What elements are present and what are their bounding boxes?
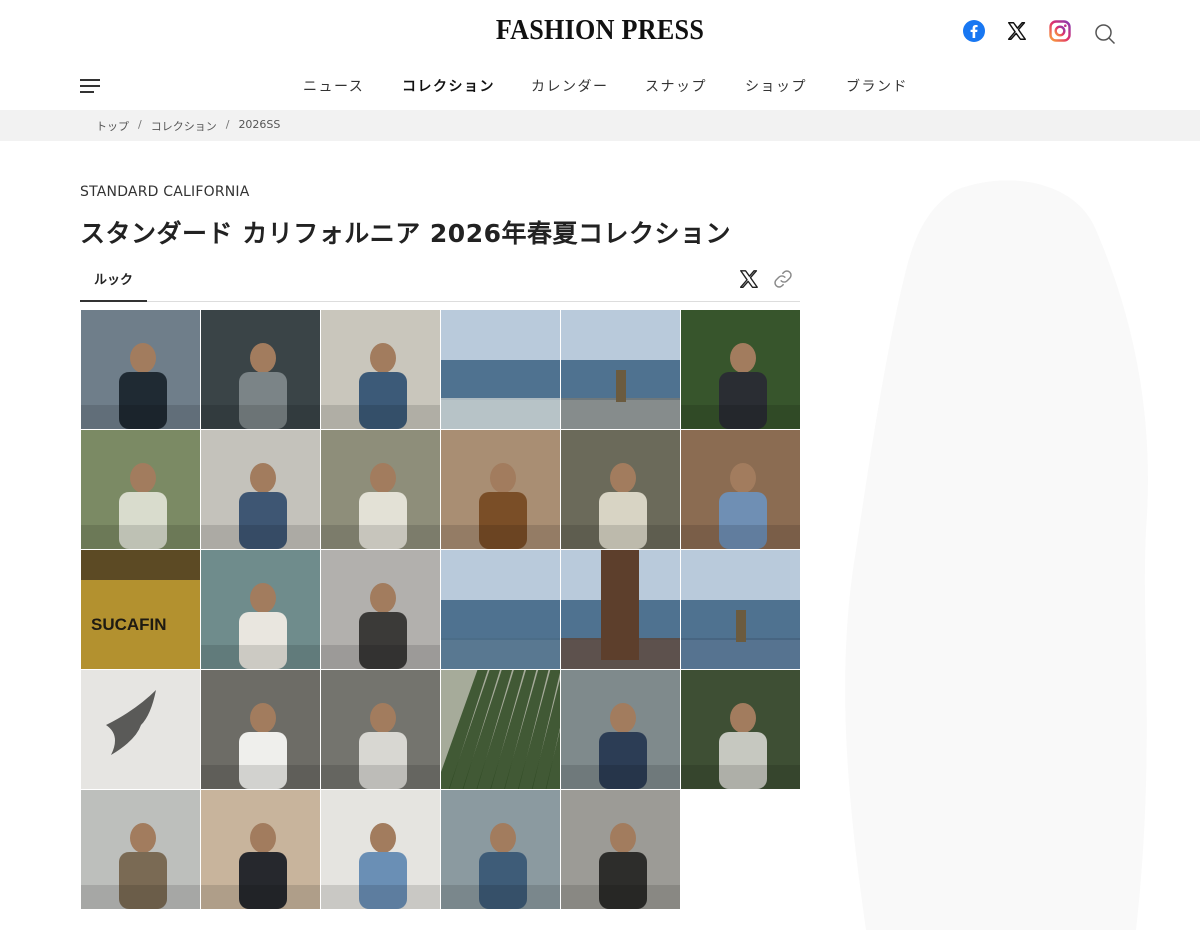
look-thumbnail[interactable] — [321, 790, 440, 909]
breadcrumb-separator: / — [225, 118, 230, 131]
look-thumbnail[interactable] — [81, 790, 200, 909]
background-silhouette — [826, 150, 1200, 930]
look-thumbnail[interactable] — [441, 310, 560, 429]
sack-print-text: SUCAFIN — [91, 615, 167, 634]
breadcrumb-separator: / — [138, 118, 142, 131]
breadcrumb-top[interactable]: トップ — [96, 118, 129, 134]
nav-item-snap[interactable]: スナップ — [645, 76, 707, 96]
look-thumbnail[interactable] — [81, 430, 200, 549]
nav-item-collection[interactable]: コレクション — [402, 76, 495, 96]
look-thumbnail[interactable] — [201, 670, 320, 789]
look-thumbnail[interactable] — [321, 430, 440, 549]
look-thumbnail[interactable] — [441, 670, 560, 789]
look-thumbnail[interactable] — [681, 670, 800, 789]
main-nav: ニュース コレクション カレンダー スナップ ショップ ブランド — [0, 62, 1200, 110]
instagram-icon[interactable] — [1047, 18, 1073, 44]
look-thumbnail[interactable] — [201, 310, 320, 429]
content-tabs: ルック — [80, 262, 800, 302]
look-thumbnail[interactable] — [321, 310, 440, 429]
look-thumbnail[interactable] — [201, 430, 320, 549]
breadcrumb: トップ / コレクション / 2026SS — [96, 118, 280, 134]
look-thumbnail[interactable] — [441, 430, 560, 549]
look-thumbnail[interactable] — [201, 790, 320, 909]
look-thumbnail[interactable] — [681, 430, 800, 549]
look-thumbnail[interactable] — [441, 790, 560, 909]
look-thumbnail[interactable] — [681, 550, 800, 669]
look-thumbnail[interactable] — [561, 430, 680, 549]
link-icon[interactable] — [772, 268, 794, 290]
look-thumbnail[interactable] — [81, 670, 200, 789]
look-thumbnail[interactable] — [561, 550, 680, 669]
breadcrumb-bar: トップ / コレクション / 2026SS — [0, 110, 1200, 141]
nav-item-brand[interactable]: ブランド — [846, 76, 908, 96]
nav-item-news[interactable]: ニュース — [303, 76, 364, 96]
look-thumbnail[interactable] — [441, 550, 560, 669]
look-thumbnail[interactable] — [321, 550, 440, 669]
brand-name[interactable]: STANDARD CALIFORNIA — [80, 184, 250, 200]
menu-icon[interactable] — [80, 79, 102, 93]
site-header: FASHION PRESS — [0, 0, 1200, 62]
tab-look[interactable]: ルック — [80, 262, 147, 302]
nav-item-calendar[interactable]: カレンダー — [531, 76, 609, 96]
search-icon[interactable] — [1092, 21, 1118, 47]
x-share-icon[interactable] — [738, 268, 760, 290]
look-thumbnail[interactable] — [681, 310, 800, 429]
look-thumbnail[interactable] — [561, 790, 680, 909]
look-thumbnail[interactable] — [81, 310, 200, 429]
look-thumbnail[interactable] — [321, 670, 440, 789]
look-thumbnail[interactable] — [561, 310, 680, 429]
look-thumbnail[interactable] — [201, 550, 320, 669]
look-thumbnail[interactable]: SUCAFIN — [81, 550, 200, 669]
breadcrumb-collection[interactable]: コレクション — [151, 118, 217, 134]
nav-item-shop[interactable]: ショップ — [745, 76, 807, 96]
page-title: スタンダード カリフォルニア 2026年春夏コレクション — [80, 219, 731, 248]
look-thumbnail[interactable] — [561, 670, 680, 789]
breadcrumb-season[interactable]: 2026SS — [238, 118, 280, 134]
facebook-icon[interactable] — [961, 18, 987, 44]
x-icon[interactable] — [1004, 18, 1030, 44]
